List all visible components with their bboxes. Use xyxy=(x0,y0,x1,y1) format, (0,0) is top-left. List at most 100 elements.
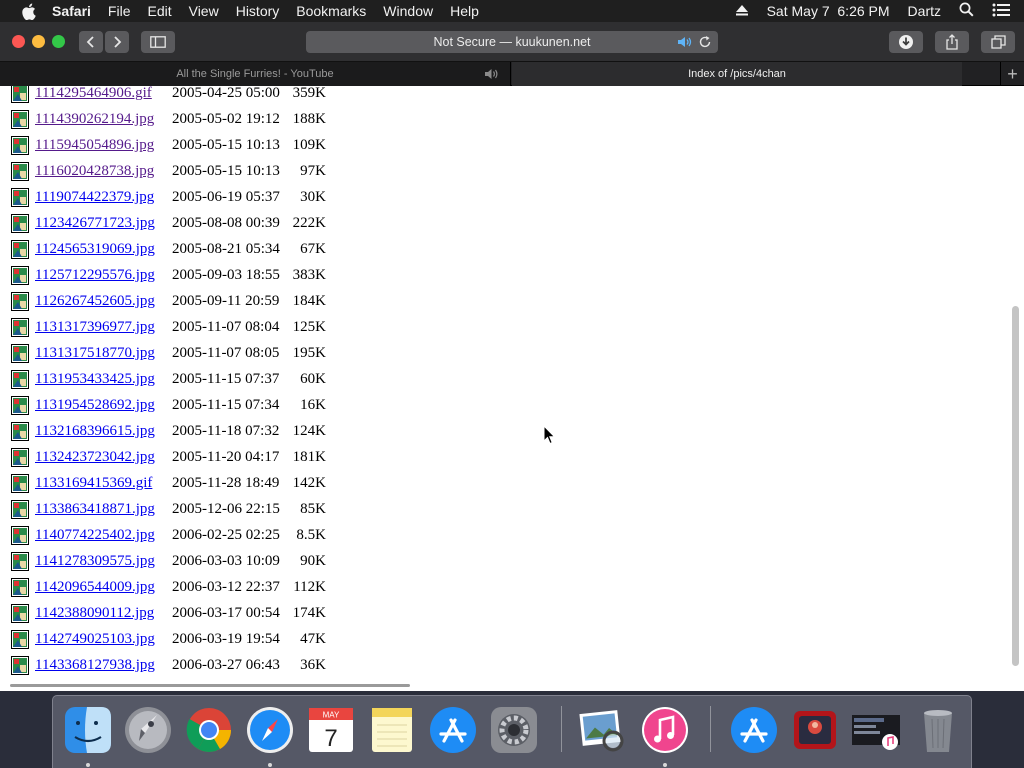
image-file-icon xyxy=(11,630,29,649)
safari-icon[interactable] xyxy=(245,705,295,755)
preview-icon[interactable] xyxy=(577,705,627,755)
file-size: 222K xyxy=(292,215,326,231)
sidebar-button[interactable] xyxy=(141,31,175,53)
menu-help[interactable]: Help xyxy=(450,0,479,22)
menu-app-name[interactable]: Safari xyxy=(52,0,91,22)
horizontal-scrollbar[interactable] xyxy=(10,684,410,687)
file-date: 2005-06-19 05:37 xyxy=(172,189,280,205)
menu-bookmarks[interactable]: Bookmarks xyxy=(296,0,366,22)
image-file-icon xyxy=(11,578,29,597)
file-link[interactable]: 1126267452605.jpg xyxy=(35,293,155,310)
web-page-content: 1114295464906.gif 2005-04-25 05:00 359K 111… xyxy=(0,86,1024,691)
launchpad-icon[interactable] xyxy=(123,705,173,755)
notes-icon[interactable] xyxy=(367,705,417,755)
file-link[interactable]: 1115945054896.jpg xyxy=(35,137,154,154)
dock: MAY 7 xyxy=(52,695,972,768)
image-file-icon xyxy=(11,604,29,623)
menu-window[interactable]: Window xyxy=(383,0,433,22)
downloads-stack-icon[interactable] xyxy=(850,705,900,755)
tab-index-of-pics[interactable]: Index of /pics/4chan xyxy=(512,62,962,86)
new-tab-button[interactable]: + xyxy=(1000,62,1024,86)
calendar-day: 7 xyxy=(324,725,337,752)
file-date: 2005-05-02 19:12 xyxy=(172,111,280,127)
finder-icon[interactable] xyxy=(63,705,113,755)
file-link[interactable]: 1131954528692.jpg xyxy=(35,397,155,414)
clock[interactable]: Sat May 7 6:26 PM xyxy=(767,3,890,19)
file-link[interactable]: 1140774225402.jpg xyxy=(35,527,155,544)
menu-history[interactable]: History xyxy=(236,0,280,22)
file-date: 2006-03-17 00:54 xyxy=(172,605,280,621)
app-store-recent-icon[interactable] xyxy=(729,705,779,755)
file-link[interactable]: 1142096544009.jpg xyxy=(35,579,155,596)
file-link[interactable]: 1132423723042.jpg xyxy=(35,449,155,466)
file-link[interactable]: 1143368127938.jpg xyxy=(35,657,155,674)
file-size: 85K xyxy=(300,501,326,517)
chrome-icon[interactable] xyxy=(184,705,234,755)
screen: Safari File Edit View History Bookmarks … xyxy=(0,0,1024,768)
image-file-icon xyxy=(11,474,29,493)
itunes-icon[interactable] xyxy=(640,705,690,755)
tab-audio-icon[interactable] xyxy=(484,68,500,83)
menu-view[interactable]: View xyxy=(189,0,219,22)
eject-icon[interactable] xyxy=(735,3,749,19)
spotlight-search-icon[interactable] xyxy=(959,2,974,20)
file-size: 195K xyxy=(292,345,326,361)
file-date: 2006-03-27 06:43 xyxy=(172,657,280,673)
file-link[interactable]: 1133863418871.jpg xyxy=(35,501,155,518)
file-link[interactable]: 1131317518770.jpg xyxy=(35,345,155,362)
file-link[interactable]: 1116020428738.jpg xyxy=(35,163,154,180)
mouse-cursor-icon xyxy=(543,425,556,445)
apple-menu-icon[interactable] xyxy=(19,2,37,20)
calendar-icon[interactable]: MAY 7 xyxy=(306,705,356,755)
file-link[interactable]: 1124565319069.jpg xyxy=(35,241,155,258)
vertical-scrollbar[interactable] xyxy=(1012,306,1019,666)
show-all-tabs-button[interactable] xyxy=(981,31,1015,53)
file-link[interactable]: 1131953433425.jpg xyxy=(35,371,155,388)
image-file-icon xyxy=(11,500,29,519)
image-file-icon xyxy=(11,344,29,363)
system-preferences-icon[interactable] xyxy=(489,705,539,755)
share-icon xyxy=(946,34,958,50)
audio-playing-icon[interactable] xyxy=(677,35,693,52)
file-size: 90K xyxy=(300,553,326,569)
back-button[interactable] xyxy=(79,31,103,53)
file-link[interactable]: 1142749025103.jpg xyxy=(35,631,155,648)
reload-icon[interactable] xyxy=(698,35,712,52)
downloads-button[interactable] xyxy=(889,31,923,53)
file-link[interactable]: 1131317396977.jpg xyxy=(35,319,155,336)
notification-center-icon[interactable] xyxy=(992,3,1010,20)
close-window-button[interactable] xyxy=(12,35,25,48)
share-button[interactable] xyxy=(935,31,969,53)
file-date: 2005-11-18 07:32 xyxy=(172,423,280,439)
photo-booth-icon[interactable] xyxy=(790,705,840,755)
file-size: 47K xyxy=(300,631,326,647)
file-link[interactable]: 1125712295576.jpg xyxy=(35,267,155,284)
file-date: 2005-08-08 00:39 xyxy=(172,215,280,231)
file-link[interactable]: 1123426771723.jpg xyxy=(35,215,155,232)
minimize-window-button[interactable] xyxy=(32,35,45,48)
app-store-icon[interactable] xyxy=(428,705,478,755)
forward-button[interactable] xyxy=(105,31,129,53)
image-file-icon xyxy=(11,526,29,545)
file-size: 16K xyxy=(300,397,326,413)
menu-edit[interactable]: Edit xyxy=(147,0,171,22)
file-link[interactable]: 1133169415369.gif xyxy=(35,475,152,492)
file-date: 2005-08-21 05:34 xyxy=(172,241,280,257)
file-link[interactable]: 1141278309575.jpg xyxy=(35,553,155,570)
tab-title: All the Single Furries! - YouTube xyxy=(176,68,334,80)
menu-file[interactable]: File xyxy=(108,0,131,22)
image-file-icon xyxy=(11,188,29,207)
trash-icon[interactable] xyxy=(913,705,963,755)
file-date: 2005-11-07 08:05 xyxy=(172,345,280,361)
file-link[interactable]: 1142388090112.jpg xyxy=(35,605,154,622)
tab-youtube[interactable]: All the Single Furries! - YouTube xyxy=(0,62,511,86)
file-size: 142K xyxy=(292,475,326,491)
file-link[interactable]: 1114390262194.jpg xyxy=(35,111,154,128)
fullscreen-window-button[interactable] xyxy=(52,35,65,48)
dock-separator xyxy=(561,706,562,752)
file-link[interactable]: 1132168396615.jpg xyxy=(35,423,155,440)
file-link[interactable]: 1114295464906.gif xyxy=(35,86,152,102)
user-name[interactable]: Dartz xyxy=(908,3,941,19)
address-bar[interactable]: Not Secure — kuukunen.net xyxy=(306,31,718,53)
file-link[interactable]: 1119074422379.jpg xyxy=(35,189,154,206)
